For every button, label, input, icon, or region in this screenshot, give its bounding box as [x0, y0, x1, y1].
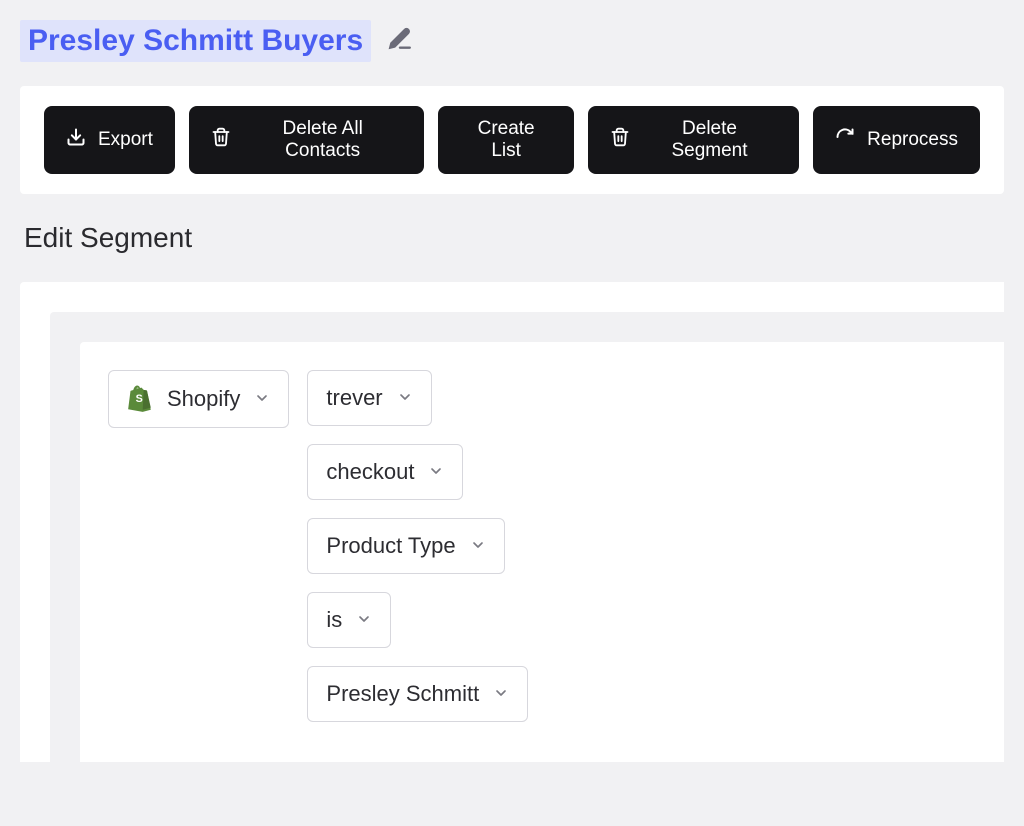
- store-dropdown[interactable]: trever: [307, 370, 431, 426]
- create-list-label: Create List: [460, 118, 551, 162]
- event-dropdown[interactable]: checkout: [307, 444, 463, 500]
- trash-icon: [610, 127, 630, 153]
- export-label: Export: [98, 129, 153, 151]
- editor-outer: S Shopify trever: [20, 282, 1004, 762]
- reprocess-label: Reprocess: [867, 129, 958, 151]
- value-label: Presley Schmitt: [326, 681, 479, 707]
- operator-dropdown[interactable]: is: [307, 592, 391, 648]
- download-icon: [66, 127, 86, 153]
- value-dropdown[interactable]: Presley Schmitt: [307, 666, 528, 722]
- trash-icon: [211, 127, 231, 153]
- edit-title-icon[interactable]: [387, 26, 413, 57]
- chevron-down-icon: [470, 533, 486, 559]
- attribute-label: Product Type: [326, 533, 455, 559]
- edit-segment-heading: Edit Segment: [20, 222, 1004, 254]
- chevron-down-icon: [254, 386, 270, 412]
- operator-label: is: [326, 607, 342, 633]
- delete-segment-label: Delete Segment: [642, 118, 777, 162]
- attribute-dropdown[interactable]: Product Type: [307, 518, 504, 574]
- delete-all-contacts-button[interactable]: Delete All Contacts: [189, 106, 425, 174]
- chevron-down-icon: [397, 385, 413, 411]
- chevron-down-icon: [493, 681, 509, 707]
- reprocess-button[interactable]: Reprocess: [813, 106, 980, 174]
- event-label: checkout: [326, 459, 414, 485]
- chevron-down-icon: [356, 607, 372, 633]
- svg-text:S: S: [136, 393, 143, 405]
- source-label: Shopify: [167, 386, 240, 412]
- shopify-icon: S: [127, 385, 153, 413]
- chevron-down-icon: [428, 459, 444, 485]
- toolbar: Export Delete All Contacts Create List D…: [20, 86, 1004, 194]
- delete-segment-button[interactable]: Delete Segment: [588, 106, 799, 174]
- condition-card: S Shopify trever: [80, 342, 1004, 762]
- source-dropdown[interactable]: S Shopify: [108, 370, 289, 428]
- editor-inner: S Shopify trever: [50, 312, 1004, 762]
- refresh-icon: [835, 127, 855, 153]
- page-title[interactable]: Presley Schmitt Buyers: [20, 20, 371, 62]
- create-list-button[interactable]: Create List: [438, 106, 573, 174]
- title-row: Presley Schmitt Buyers: [20, 20, 1004, 62]
- delete-all-label: Delete All Contacts: [243, 118, 403, 162]
- export-button[interactable]: Export: [44, 106, 175, 174]
- store-label: trever: [326, 385, 382, 411]
